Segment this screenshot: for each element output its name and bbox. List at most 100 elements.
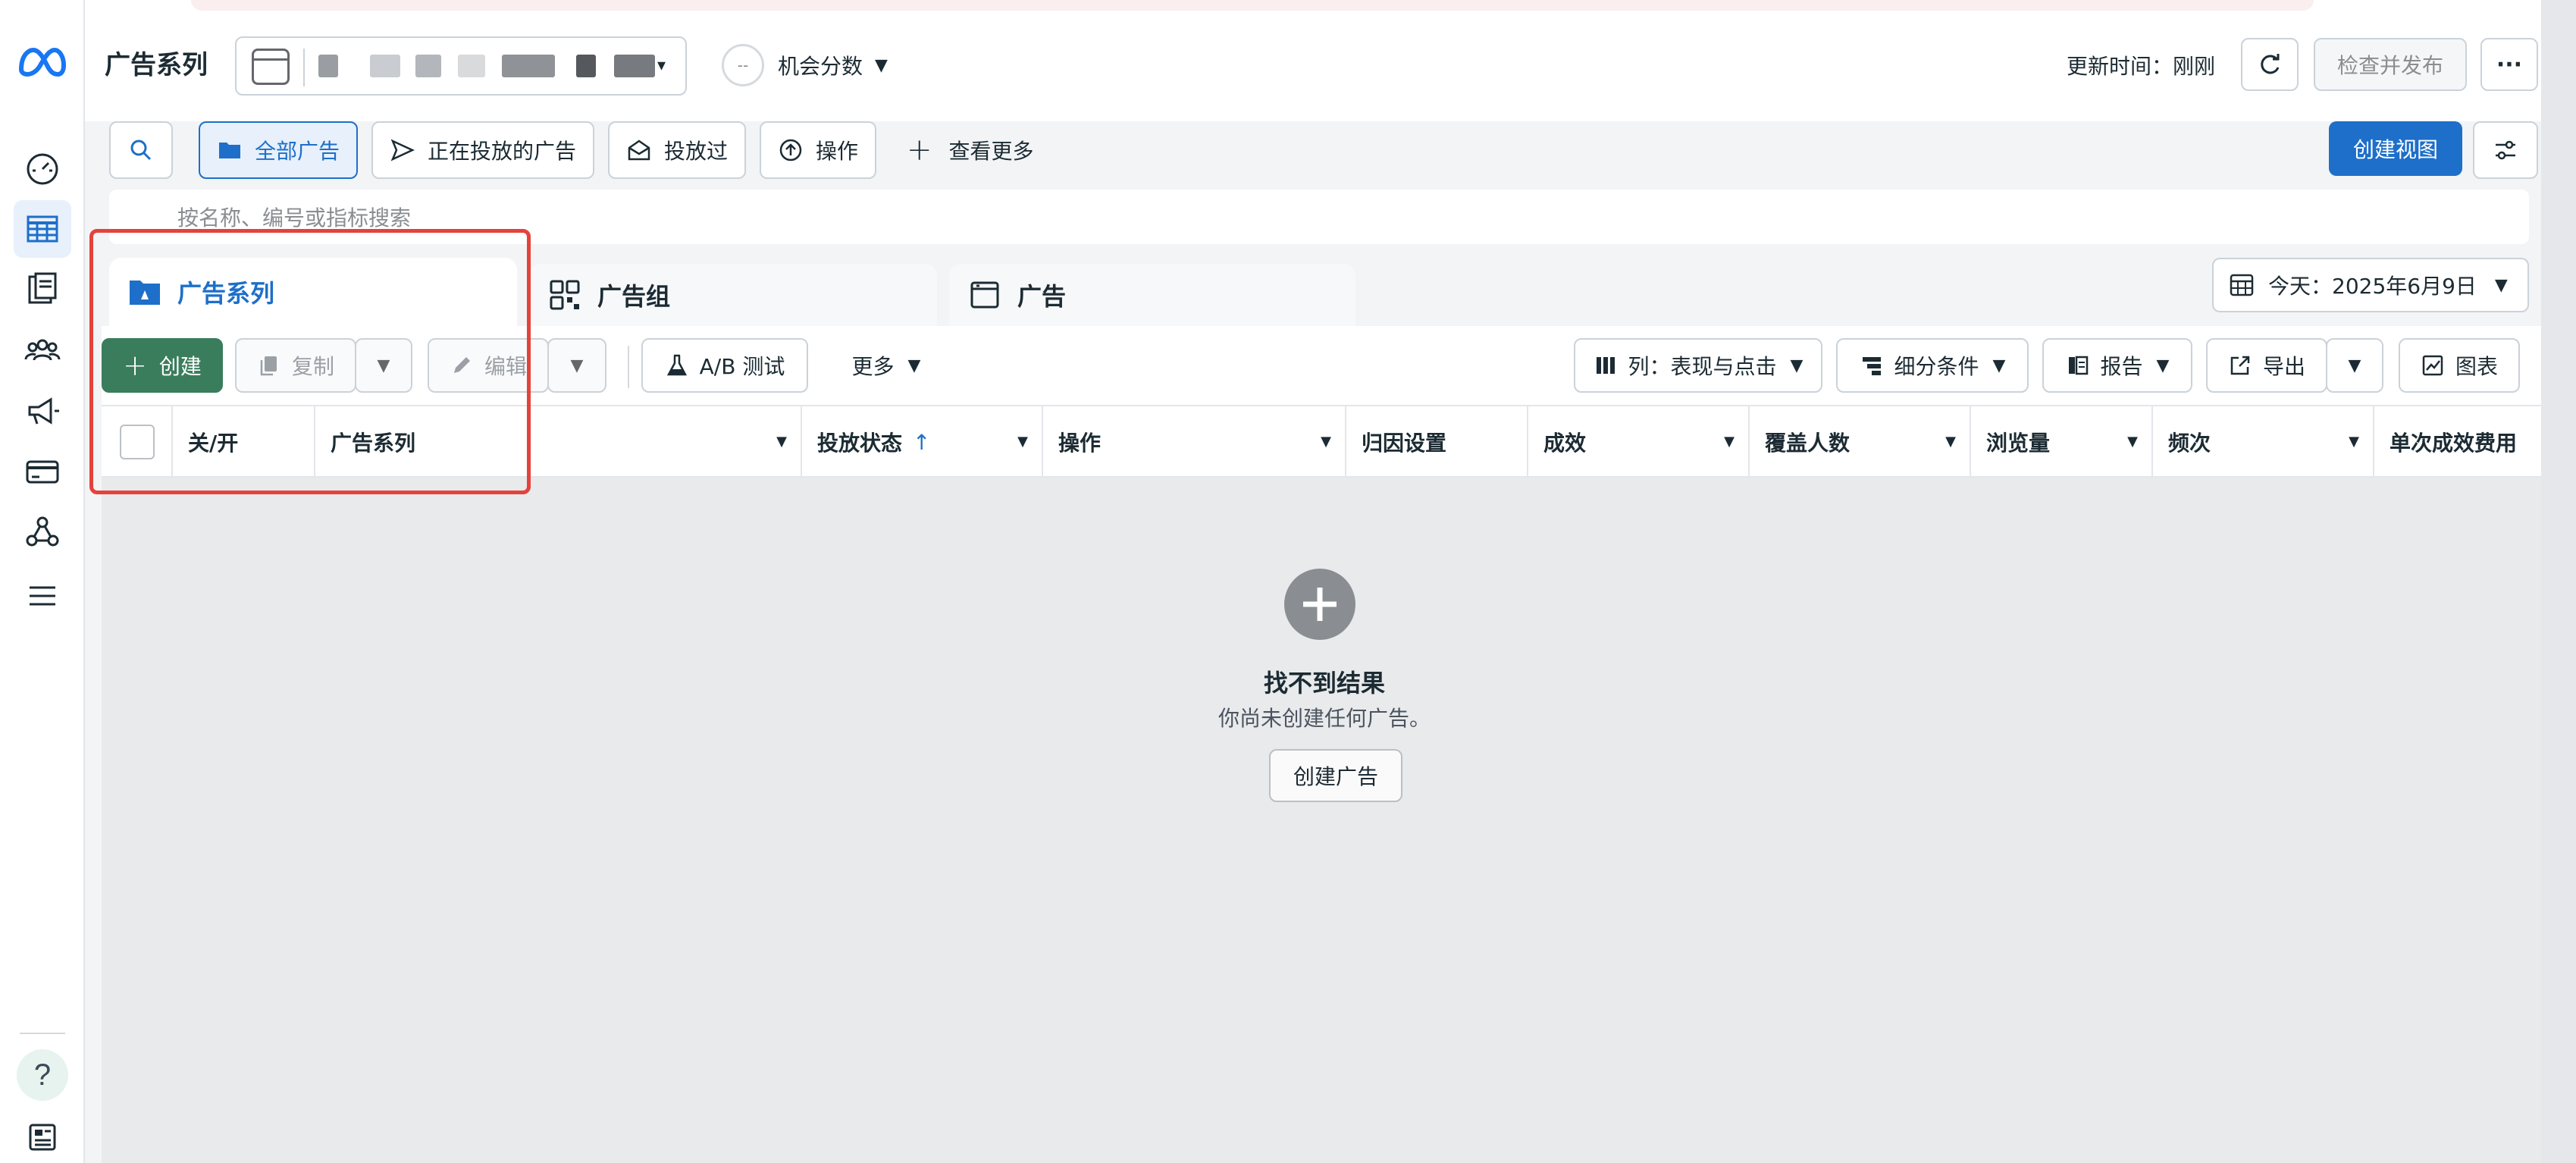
create-view-button[interactable]: 创建视图 <box>2329 121 2462 176</box>
caret-down-icon: ▼ <box>1992 356 2006 375</box>
refresh-button[interactable] <box>2241 38 2299 91</box>
caret-down-icon: ▼ <box>1790 356 1804 375</box>
opportunity-score[interactable]: -- 机会分数 ▼ <box>722 42 888 88</box>
chart-icon <box>2422 355 2443 376</box>
rail-ads-manager-table-icon[interactable] <box>14 200 71 258</box>
actions-filter[interactable]: 操作 <box>760 121 877 179</box>
column-header-actions[interactable]: 操作 ▼ <box>1043 406 1346 478</box>
all-ads-label: 全部广告 <box>255 139 340 164</box>
see-more-label: 查看更多 <box>948 139 1034 164</box>
sliders-icon <box>2496 140 2515 160</box>
sort-ascending-icon: ↑ <box>913 429 931 455</box>
table-body-empty: 找不到结果 你尚未创建任何广告。 创建广告 <box>102 478 2547 1163</box>
top-header: 广告系列 ▾ -- 机会分数 ▼ 更新时间：刚刚 检查并发布 ··· <box>85 0 2541 129</box>
calendar-table-icon <box>2230 274 2254 296</box>
date-range-picker[interactable]: 今天：2025年6月9日 ▼ <box>2212 258 2529 312</box>
rail-business-network-icon[interactable] <box>14 503 71 561</box>
export-label: 导出 <box>2262 354 2305 379</box>
rail-audiences-people-icon[interactable] <box>14 321 71 379</box>
see-more-filters-link[interactable]: + 查看更多 <box>907 121 1034 179</box>
tab-ads[interactable]: 广告 <box>949 264 1355 326</box>
left-nav-rail: ? <box>0 0 85 1163</box>
empty-state-title: 找不到结果 <box>1263 669 1385 697</box>
more-options-button[interactable]: ··· <box>2480 38 2538 91</box>
caret-down-icon: ▼ <box>2349 434 2359 450</box>
rail-dashboard-gauge-icon[interactable] <box>14 139 71 197</box>
redacted-account-name <box>458 55 485 77</box>
tab-ad-sets[interactable]: 广告组 <box>529 264 937 326</box>
main-area: 广告系列 ▾ -- 机会分数 ▼ 更新时间：刚刚 检查并发布 ··· 全部广告 … <box>85 0 2576 1163</box>
folder-icon <box>219 143 240 158</box>
redacted-account-name <box>502 55 555 77</box>
ad-window-icon <box>970 281 999 309</box>
send-icon <box>390 139 415 161</box>
report-icon <box>2068 356 2088 375</box>
redacted-account-name <box>415 55 441 77</box>
breakdown-selector[interactable]: 细分条件 ▼ <box>1836 338 2029 393</box>
caret-down-icon: ▾ <box>657 56 666 75</box>
column-header-delivery[interactable]: 投放状态 ↑ ▼ <box>802 406 1043 478</box>
redacted-account-name <box>614 55 655 77</box>
ab-test-button[interactable]: A/B 测试 <box>641 338 808 393</box>
search-toggle-button[interactable] <box>109 121 173 179</box>
caret-down-icon: ▼ <box>1724 434 1735 450</box>
more-actions-button[interactable]: 更多 ▼ <box>822 338 951 393</box>
caret-down-icon: ▼ <box>570 356 584 375</box>
tab-ads-label: 广告 <box>1017 282 1067 311</box>
column-header-frequency[interactable]: 频次 ▼ <box>2153 406 2374 478</box>
date-range-label: 今天：2025年6月9日 <box>2268 274 2477 299</box>
redacted-account-name <box>318 55 338 77</box>
caret-down-icon: ▼ <box>2348 356 2361 375</box>
toolbar-divider <box>628 346 629 388</box>
columns-icon <box>1596 357 1615 374</box>
column-frequency-label: 频次 <box>2168 431 2211 456</box>
create-ad-button[interactable]: 创建广告 <box>1269 749 1402 802</box>
delivered-filter[interactable]: 投放过 <box>608 121 747 179</box>
column-header-results[interactable]: 成效 ▼ <box>1528 406 1750 478</box>
meta-logo-icon[interactable] <box>17 44 67 80</box>
rail-pages-icon[interactable] <box>14 261 71 318</box>
charts-button[interactable]: 图表 <box>2399 338 2520 393</box>
edit-dropdown-button[interactable]: ▼ <box>547 338 606 393</box>
column-header-reach[interactable]: 覆盖人数 ▼ <box>1750 406 1971 478</box>
delivered-label: 投放过 <box>664 139 729 164</box>
column-delivery-label: 投放状态 <box>817 431 903 456</box>
rail-menu-hamburger-icon[interactable] <box>14 567 71 625</box>
page-title: 广告系列 <box>105 50 208 80</box>
ab-test-label: A/B 测试 <box>699 354 785 379</box>
scroll-edge <box>2541 0 2576 1163</box>
column-reach-label: 覆盖人数 <box>1765 431 1851 456</box>
upload-circle-icon <box>779 139 802 161</box>
column-impressions-label: 浏览量 <box>1986 431 2051 456</box>
caret-down-icon: ▼ <box>1321 434 1331 450</box>
rail-billing-card-icon[interactable] <box>14 443 71 500</box>
plus-icon: + <box>907 133 932 168</box>
column-header-impressions[interactable]: 浏览量 ▼ <box>1971 406 2153 478</box>
rail-campaign-megaphone-icon[interactable] <box>14 382 71 440</box>
active-ads-label: 正在投放的广告 <box>428 139 577 164</box>
flask-icon <box>666 354 687 376</box>
caret-down-icon: ▼ <box>2127 434 2138 450</box>
ad-account-selector[interactable]: ▾ <box>235 36 687 96</box>
column-actions-label: 操作 <box>1058 431 1102 456</box>
reports-selector[interactable]: 报告 ▼ <box>2042 338 2192 393</box>
rail-news-icon[interactable] <box>14 1108 71 1163</box>
rail-divider <box>20 1033 65 1034</box>
highlight-annotation-box <box>89 229 531 494</box>
export-button[interactable]: 导出 <box>2206 338 2327 393</box>
caret-down-icon: ▼ <box>907 356 921 375</box>
review-publish-button[interactable]: 检查并发布 <box>2314 38 2467 91</box>
all-ads-filter[interactable]: 全部广告 <box>199 121 359 179</box>
charts-label: 图表 <box>2455 354 2498 379</box>
breakdown-icon <box>1862 357 1881 375</box>
search-icon <box>130 139 152 161</box>
help-question-icon[interactable]: ? <box>17 1049 68 1101</box>
breakdown-label: 细分条件 <box>1894 354 1979 379</box>
column-header-cost-per-result[interactable]: 单次成效费用 <box>2374 406 2547 478</box>
view-settings-button[interactable] <box>2473 121 2538 179</box>
active-ads-filter[interactable]: 正在投放的广告 <box>371 121 595 179</box>
export-dropdown-button[interactable]: ▼ <box>2326 338 2383 393</box>
columns-selector[interactable]: 列：表现与点击 ▼ <box>1574 338 1822 393</box>
column-header-attribution[interactable]: 归因设置 <box>1346 406 1528 478</box>
reports-label: 报告 <box>2100 354 2143 379</box>
